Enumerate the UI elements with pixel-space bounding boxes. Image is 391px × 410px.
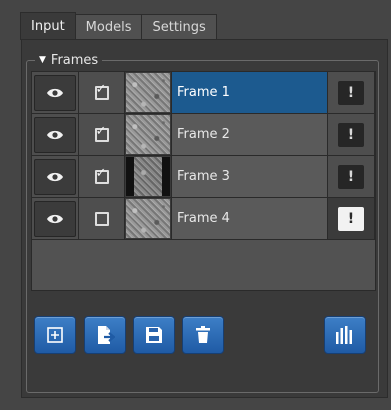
delete-button[interactable]	[182, 316, 224, 354]
comment-icon[interactable]: !	[338, 164, 364, 189]
frame-thumbnail	[126, 73, 170, 112]
frame-checkbox[interactable]: ✓	[94, 165, 109, 184]
frame-name[interactable]: Frame 3	[172, 156, 328, 198]
eye-icon	[47, 172, 63, 181]
frame-name[interactable]: Frame 1	[172, 72, 328, 114]
table-row[interactable]: ✓ Frame 3 !	[32, 156, 375, 198]
eye-icon	[47, 214, 63, 223]
checkmark-icon: ✓	[95, 123, 107, 139]
tab-settings[interactable]: Settings	[141, 14, 217, 40]
tab-input[interactable]: Input	[20, 12, 76, 40]
frame-name[interactable]: Frame 4	[172, 198, 328, 240]
trash-icon	[196, 326, 210, 343]
eye-icon	[47, 88, 63, 97]
visibility-toggle-button[interactable]	[34, 200, 76, 237]
checkmark-icon: ✓	[95, 165, 107, 181]
bar-chart-icon	[336, 326, 352, 344]
frames-group-title: Frames	[50, 52, 99, 68]
visibility-toggle-button[interactable]	[34, 116, 76, 153]
frame-checkbox[interactable]: ✓	[94, 81, 109, 100]
collapse-triangle-icon[interactable]: ▼	[39, 55, 46, 65]
add-frame-button[interactable]	[34, 316, 76, 354]
comment-icon[interactable]: !	[338, 122, 364, 147]
frames-group-header[interactable]: ▼ Frames	[35, 52, 103, 68]
comment-icon[interactable]: !	[338, 80, 364, 105]
comment-icon[interactable]: !	[338, 206, 364, 231]
tab-bar: Input Models Settings	[20, 12, 217, 40]
input-panel: ▼ Frames ✓ Frame 1 ! ✓ Frame 2 ! ✓ Frame…	[21, 39, 388, 398]
frame-checkbox[interactable]	[94, 211, 109, 226]
plus-box-icon	[47, 327, 63, 343]
table-row[interactable]: ✓ Frame 1 !	[32, 72, 375, 114]
floppy-disk-icon	[146, 327, 162, 343]
frames-table: ✓ Frame 1 ! ✓ Frame 2 ! ✓ Frame 3 ! Fram…	[31, 71, 376, 291]
save-button[interactable]	[133, 316, 175, 354]
frame-thumbnail	[126, 115, 170, 154]
frames-toolbar	[32, 316, 372, 356]
import-button[interactable]	[84, 316, 126, 354]
visibility-toggle-button[interactable]	[34, 74, 76, 111]
frame-checkbox[interactable]: ✓	[94, 123, 109, 142]
frame-thumbnail	[126, 157, 170, 196]
checkmark-icon: ✓	[95, 81, 107, 97]
visibility-toggle-button[interactable]	[34, 158, 76, 195]
histogram-button[interactable]	[324, 316, 366, 354]
eye-icon	[47, 130, 63, 139]
table-row[interactable]: Frame 4 !	[32, 198, 375, 240]
table-row[interactable]: ✓ Frame 2 !	[32, 114, 375, 156]
import-file-icon	[98, 326, 115, 344]
frame-thumbnail	[126, 199, 170, 238]
tab-models[interactable]: Models	[74, 14, 143, 40]
frame-name[interactable]: Frame 2	[172, 114, 328, 156]
